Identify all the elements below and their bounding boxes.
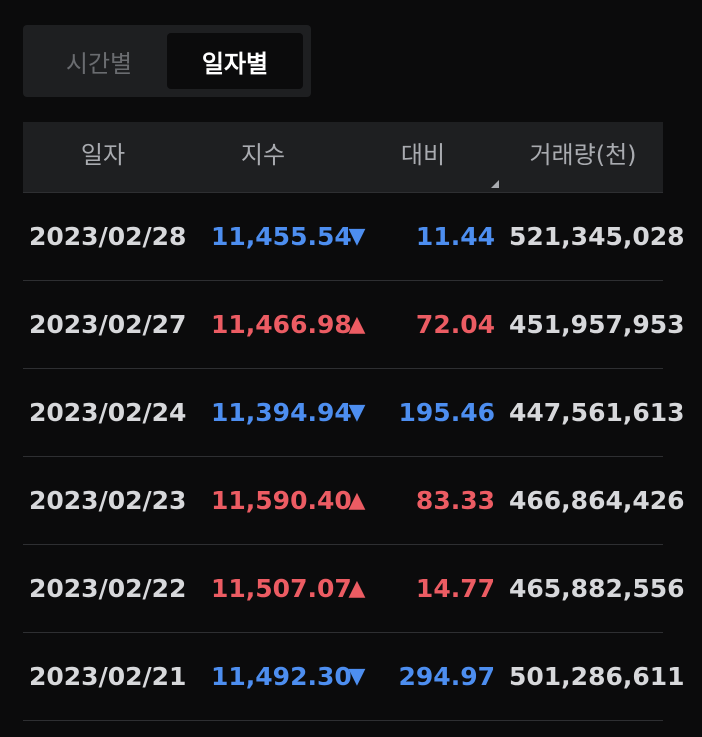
table-row[interactable]: 2023/02/21 11,492.30 ▼ 294.97 501,286,61… [23, 633, 685, 721]
volume-cell: 466,864,426 [509, 486, 685, 515]
trend-arrow-icon: ▼ [348, 224, 366, 249]
index-value-cell: 11,455.54 [211, 222, 352, 251]
date-cell: 2023/02/23 [29, 486, 187, 515]
index-value-cell: 11,507.07 [211, 574, 352, 603]
date-cell: 2023/02/28 [29, 222, 187, 251]
volume-cell: 521,345,028 [509, 222, 685, 251]
column-header-change[interactable]: 대비 [343, 122, 503, 192]
change-value-cell: 11.44 [415, 222, 495, 251]
trend-arrow-icon: ▼ [348, 400, 366, 425]
index-value-cell: 11,590.40 [211, 486, 352, 515]
change-value-cell: 294.97 [398, 662, 495, 691]
table-header: 일자 지수 대비 거래량(천) [23, 122, 663, 193]
trend-arrow-icon: ▲ [348, 488, 366, 513]
tab-hourly[interactable]: 시간별 [31, 33, 167, 89]
table-row[interactable]: 2023/02/27 11,466.98 ▲ 72.04 451,957,953 [23, 281, 685, 369]
column-header-date[interactable]: 일자 [23, 122, 183, 192]
change-value-cell: 72.04 [415, 310, 495, 339]
index-history-panel: 시간별 일자별 일자 지수 대비 거래량(천) 2023/02/28 11,45… [0, 0, 702, 737]
index-value-cell: 11,394.94 [211, 398, 352, 427]
date-cell: 2023/02/27 [29, 310, 187, 339]
column-header-index[interactable]: 지수 [183, 122, 343, 192]
date-cell: 2023/02/21 [29, 662, 187, 691]
volume-cell: 451,957,953 [509, 310, 685, 339]
volume-cell: 501,286,611 [509, 662, 685, 691]
trend-arrow-icon: ▼ [348, 664, 366, 689]
tab-daily[interactable]: 일자별 [167, 33, 303, 89]
period-toggle: 시간별 일자별 [23, 25, 311, 97]
sort-indicator-icon [491, 180, 499, 188]
date-cell: 2023/02/22 [29, 574, 187, 603]
table-row[interactable]: 2023/02/28 11,455.54 ▼ 11.44 521,345,028 [23, 193, 685, 281]
volume-cell: 465,882,556 [509, 574, 685, 603]
trend-arrow-icon: ▲ [348, 312, 366, 337]
change-value-cell: 14.77 [415, 574, 495, 603]
table-row[interactable]: 2023/02/22 11,507.07 ▲ 14.77 465,882,556 [23, 545, 685, 633]
date-cell: 2023/02/24 [29, 398, 187, 427]
index-value-cell: 11,492.30 [211, 662, 352, 691]
table-row[interactable]: 2023/02/23 11,590.40 ▲ 83.33 466,864,426 [23, 457, 685, 545]
trend-arrow-icon: ▲ [348, 576, 366, 601]
change-value-cell: 83.33 [415, 486, 495, 515]
table-row[interactable]: 2023/02/24 11,394.94 ▼ 195.46 447,561,61… [23, 369, 685, 457]
change-value-cell: 195.46 [398, 398, 495, 427]
daily-index-table: 일자 지수 대비 거래량(천) 2023/02/28 11,455.54 ▼ 1… [23, 122, 685, 721]
volume-cell: 447,561,613 [509, 398, 685, 427]
column-header-volume[interactable]: 거래량(천) [503, 122, 663, 192]
index-value-cell: 11,466.98 [211, 310, 352, 339]
